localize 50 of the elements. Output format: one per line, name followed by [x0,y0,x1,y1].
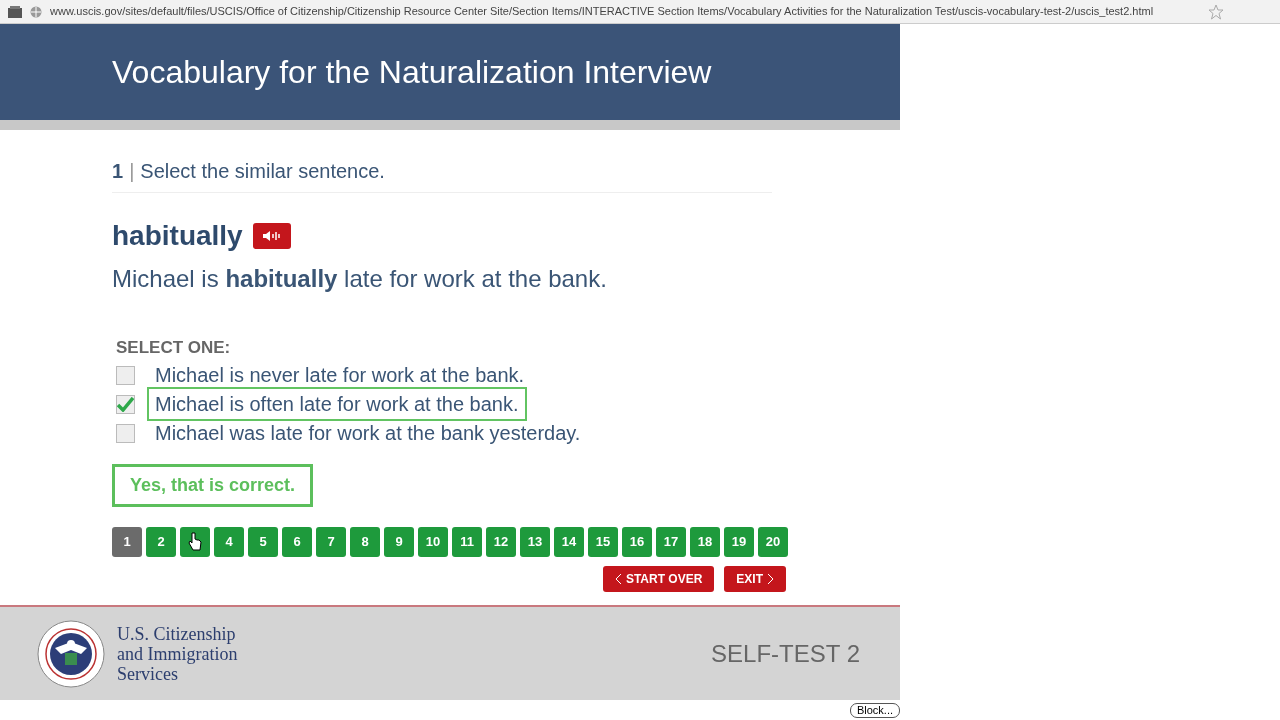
page-button[interactable]: 11 [452,526,482,557]
speaker-icon [261,230,282,242]
page-button[interactable]: 13 [520,526,550,557]
separator-text: | [129,159,135,184]
page-button[interactable] [180,526,210,557]
hand-cursor-icon [188,531,202,552]
page-button[interactable]: 5 [248,526,278,557]
select-label: SELECT ONE: [116,337,232,359]
agency-name: U.S. Citizenship [117,623,237,644]
audio-button[interactable] [252,223,291,249]
answer-option[interactable]: Michael is often late for work at the bank. [147,387,527,421]
checkbox[interactable] [116,394,135,414]
url-text[interactable]: www.uscis.gov/sites/default/files/USCIS/Office of Citizenship/Citizenship Resource Center Site/Section Items/INTERACTIVE Section Items/Vocabulary Activities for the Naturalization Test/uscis-vocabulary-test-2/uscis_test2.html [50,3,1200,20]
page-button[interactable]: 16 [622,526,652,557]
question-number: 1 [112,159,124,184]
checkbox[interactable] [116,423,135,443]
apps-icon [8,5,22,18]
page-title: Vocabulary for the Naturalization Interview [112,53,712,92]
page-button[interactable]: 1 [112,526,142,557]
checkmark-icon [117,396,134,412]
globe-icon [30,5,42,18]
page-button[interactable]: 17 [656,526,686,557]
page-button[interactable]: 14 [554,526,584,557]
start-over-button[interactable]: START OVER [602,565,715,592]
page-button[interactable]: 2 [146,526,176,557]
seal-logo [37,619,105,688]
page-button[interactable]: 15 [588,526,618,557]
page-button[interactable]: 4 [214,526,244,557]
page-button[interactable]: 12 [486,526,516,557]
chevron-right-icon [767,572,774,585]
example-sentence: Michael is habitually late for work at the bank. [112,264,608,294]
feedback-message: Yes, that is correct. [112,463,314,507]
page-button[interactable]: 18 [690,526,720,557]
vocabulary-word: habitually [112,219,243,253]
chevron-left-icon [614,572,622,585]
agency-name: and Immigration [117,643,239,664]
page-button[interactable]: 8 [350,526,380,557]
page-button[interactable]: 10 [418,526,448,557]
star-icon[interactable] [1208,3,1224,20]
page-button[interactable]: 9 [384,526,414,557]
agency-name: Services [117,663,178,684]
page-button[interactable]: 6 [282,526,312,557]
exit-button[interactable]: EXIT [724,565,786,592]
page-button[interactable]: 7 [316,526,346,557]
block-button[interactable]: Block... [849,702,900,718]
page-button[interactable]: 19 [724,526,754,557]
checkbox[interactable] [116,365,135,385]
test-name: SELF-TEST 2 [711,638,860,669]
question-prompt: Select the similar sentence. [140,159,385,184]
page-button[interactable]: 20 [758,526,788,557]
